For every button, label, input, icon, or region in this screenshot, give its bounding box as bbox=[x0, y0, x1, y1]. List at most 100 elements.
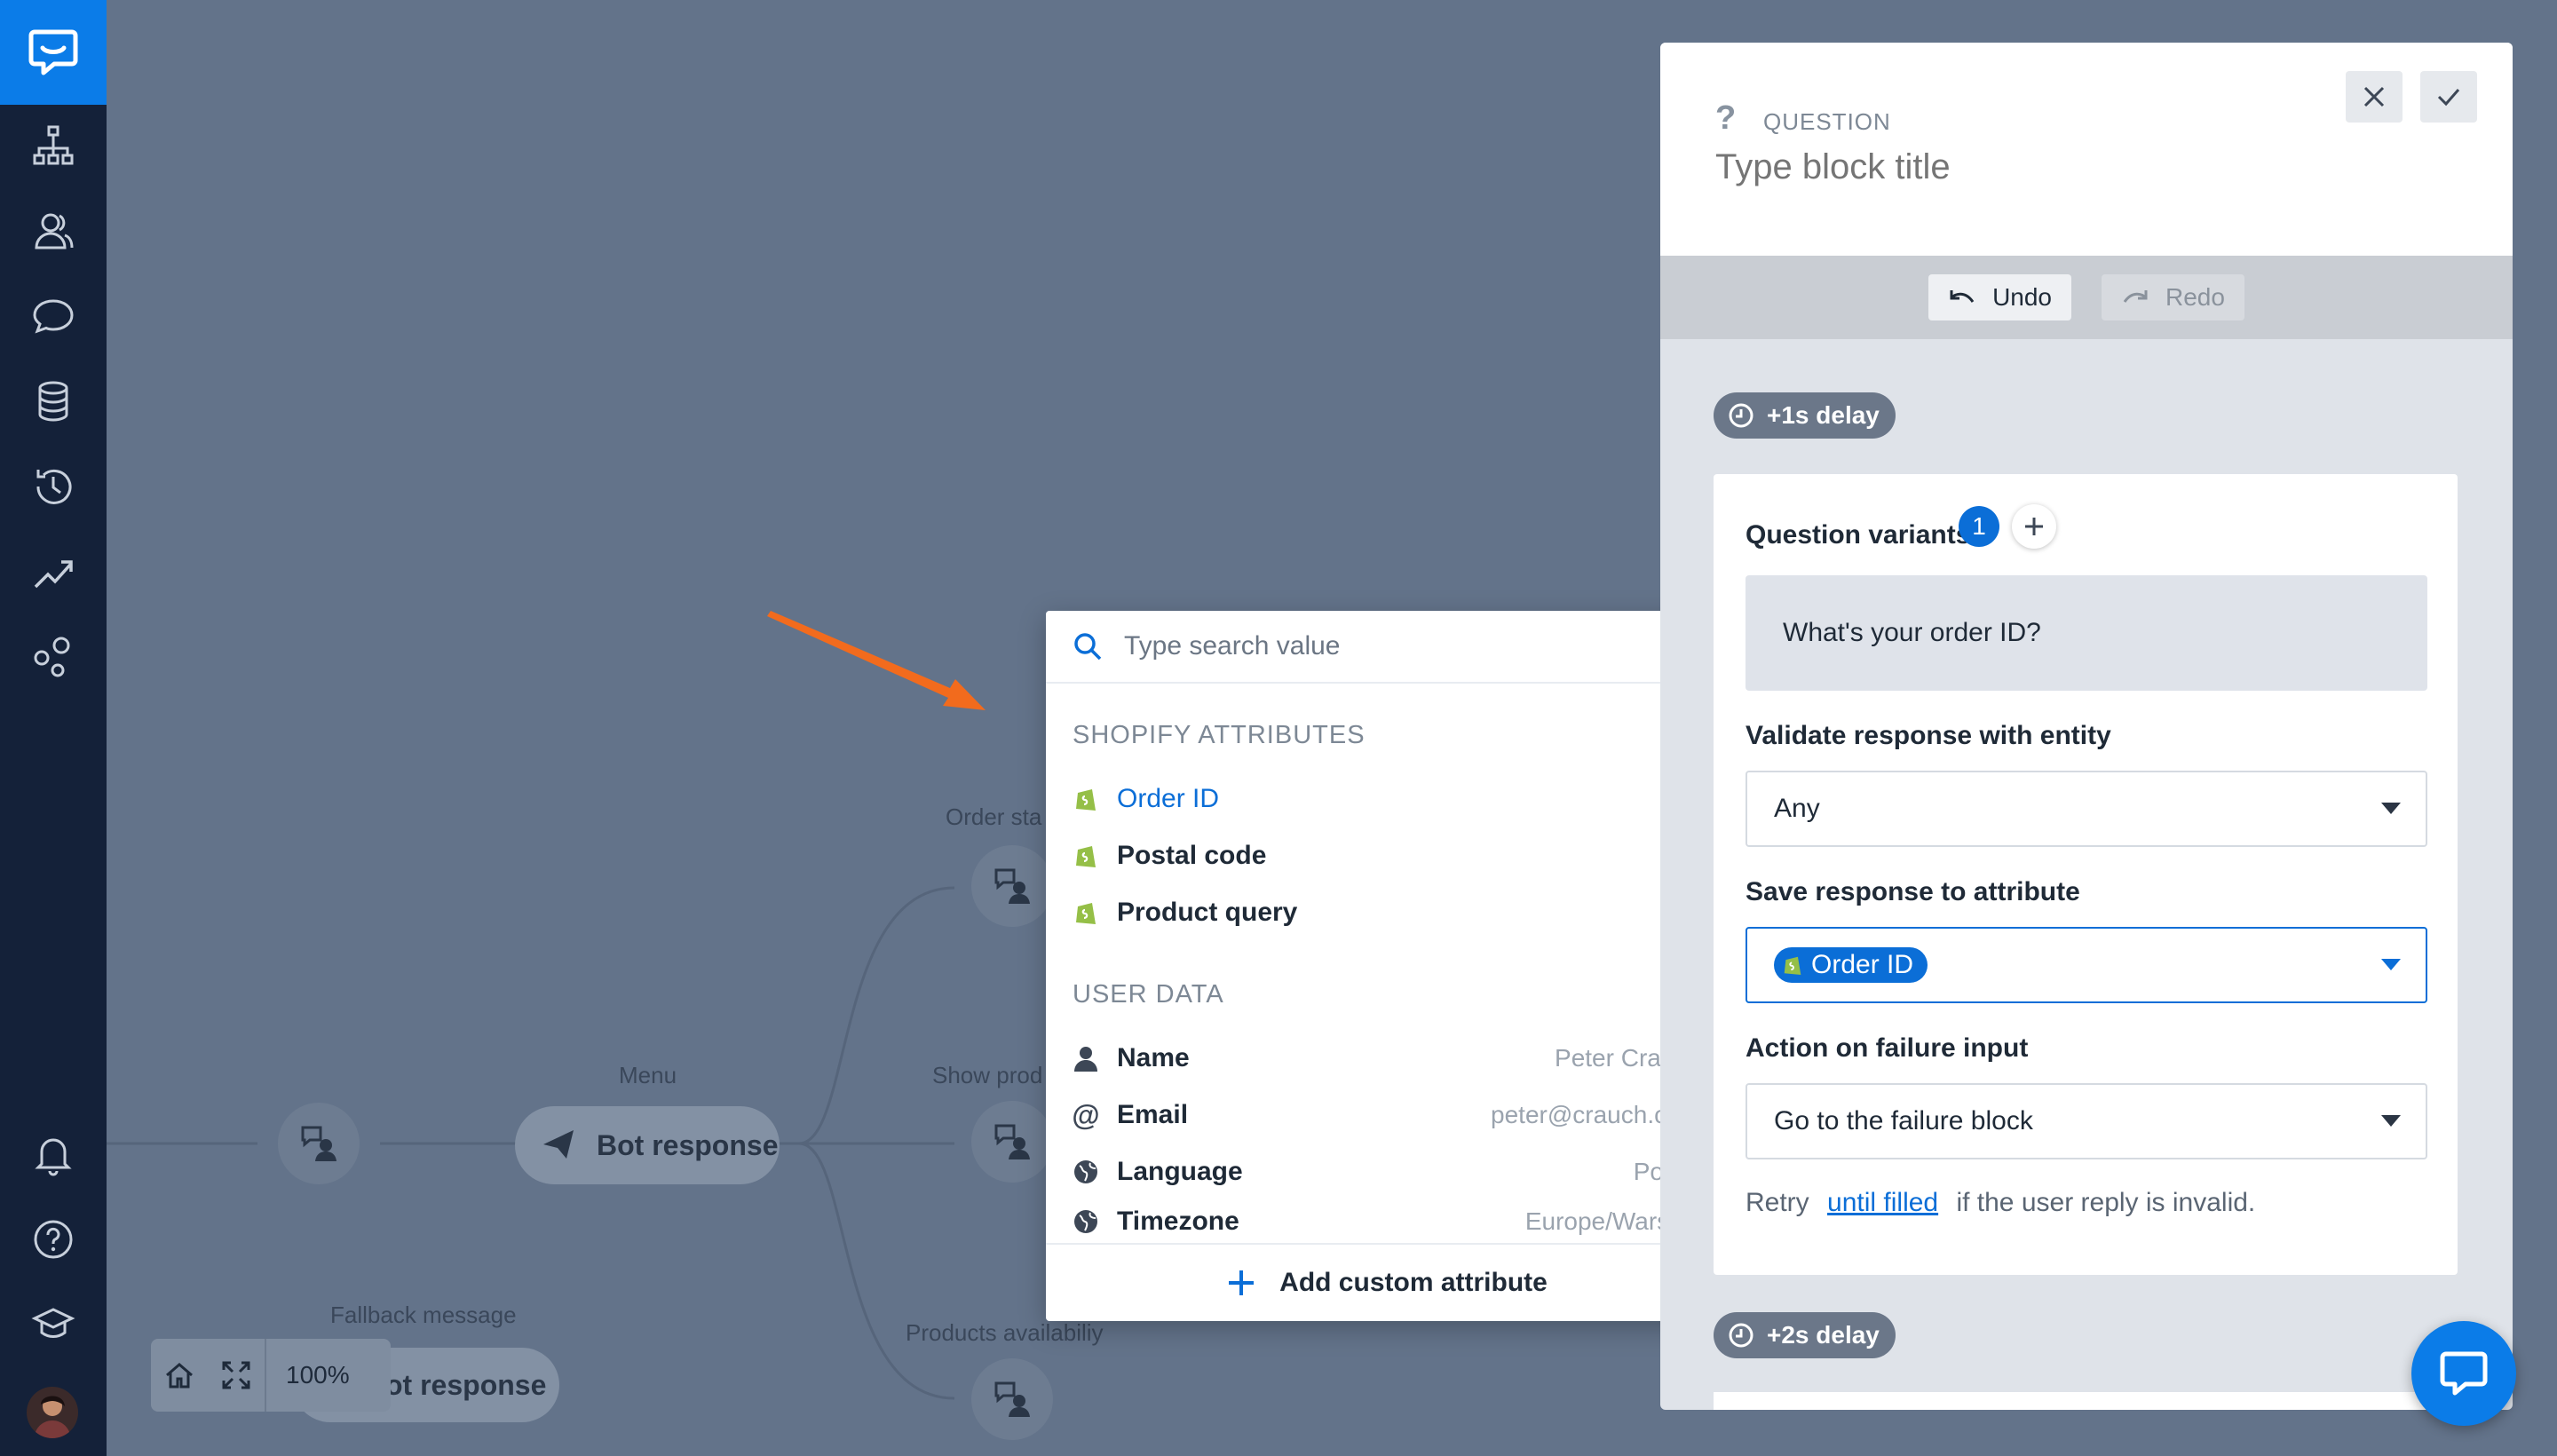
clock-icon bbox=[1729, 1323, 1753, 1348]
block-title-input[interactable] bbox=[1715, 147, 2337, 187]
home-icon bbox=[166, 1363, 193, 1389]
shopify-icon bbox=[1784, 956, 1801, 975]
redo-label: Redo bbox=[2165, 283, 2225, 311]
fit-screen-button[interactable] bbox=[208, 1339, 265, 1412]
retry-mode-link[interactable]: until filled bbox=[1827, 1188, 1938, 1217]
bot-response-label: Bot response bbox=[597, 1128, 779, 1161]
chat-bubble-icon bbox=[2440, 1351, 2488, 1396]
dropdown-search bbox=[1046, 611, 1728, 684]
expand-icon bbox=[222, 1361, 250, 1389]
selected-attribute-label: Order ID bbox=[1811, 950, 1914, 979]
flow-node-order-status[interactable] bbox=[971, 845, 1053, 927]
next-card-edge bbox=[1714, 1392, 2458, 1410]
user-chat-icon bbox=[994, 1381, 1030, 1417]
confirm-button[interactable] bbox=[2420, 71, 2477, 123]
panel-header: ? QUESTION bbox=[1660, 43, 2513, 256]
node-label-order-status: Order sta bbox=[946, 803, 1042, 830]
node-label-products-availability: Products availabiliy bbox=[906, 1319, 1104, 1346]
add-custom-attribute-button[interactable]: Add custom attribute bbox=[1046, 1243, 1728, 1321]
user-icon bbox=[1073, 1045, 1099, 1072]
attribute-option-product-query[interactable]: Product query bbox=[1073, 890, 1701, 936]
add-variant-button[interactable] bbox=[2012, 504, 2056, 549]
user-chat-icon bbox=[301, 1126, 336, 1161]
search-icon bbox=[1074, 633, 1102, 661]
node-label-fallback: Fallback message bbox=[330, 1302, 517, 1328]
fallback-pill-label: ot response bbox=[385, 1368, 547, 1401]
option-label: Email bbox=[1117, 1100, 1189, 1129]
retry-suffix: if the user reply is invalid. bbox=[1956, 1188, 2256, 1217]
attribute-option-order-id[interactable]: Order ID bbox=[1073, 776, 1701, 822]
chat-widget-button[interactable] bbox=[2411, 1321, 2516, 1426]
send-icon bbox=[543, 1130, 574, 1159]
attribute-dropdown: SHOPIFY ATTRIBUTES Order ID Postal code … bbox=[1046, 611, 1728, 1321]
failure-action-value: Go to the failure block bbox=[1774, 1106, 2033, 1136]
question-card: Question variants 1 What's your order ID… bbox=[1714, 474, 2458, 1275]
retry-text: Retry until filled if the user reply is … bbox=[1746, 1188, 2255, 1218]
question-block-panel: ? QUESTION Undo Redo +1s delay Question … bbox=[1660, 43, 2513, 1410]
option-label: Postal code bbox=[1117, 841, 1267, 870]
check-icon bbox=[2437, 89, 2460, 107]
redo-icon bbox=[2123, 290, 2148, 303]
option-label: Product query bbox=[1117, 898, 1298, 927]
bot-response-node[interactable]: Bot response bbox=[515, 1106, 780, 1184]
node-label-show-products: Show prod bbox=[932, 1062, 1043, 1088]
search-input[interactable] bbox=[1124, 631, 1657, 661]
user-chat-icon bbox=[994, 1124, 1030, 1159]
variants-count-badge[interactable]: 1 bbox=[1959, 506, 1999, 547]
undo-label: Undo bbox=[1992, 283, 2052, 311]
validate-entity-value: Any bbox=[1774, 794, 1820, 823]
save-attribute-select[interactable]: Order ID bbox=[1746, 927, 2427, 1003]
variants-label: Question variants bbox=[1746, 520, 1971, 550]
undo-redo-bar: Undo Redo bbox=[1660, 256, 2513, 339]
retry-prefix: Retry bbox=[1746, 1188, 1809, 1217]
option-label: Name bbox=[1117, 1043, 1190, 1072]
zoom-toolbar: 100% bbox=[151, 1339, 391, 1412]
chevron-down-icon bbox=[2381, 803, 2401, 814]
validate-entity-select[interactable]: Any bbox=[1746, 771, 2427, 847]
block-type-label: QUESTION bbox=[1763, 108, 1891, 135]
failure-action-select[interactable]: Go to the failure block bbox=[1746, 1083, 2427, 1159]
delay-label: +2s delay bbox=[1767, 1321, 1880, 1349]
delay-label: +1s delay bbox=[1767, 401, 1880, 429]
option-label: Timezone bbox=[1117, 1207, 1239, 1236]
save-attribute-label: Save response to attribute bbox=[1746, 877, 2080, 906]
flow-node-show-products[interactable] bbox=[971, 1101, 1053, 1183]
option-label: Language bbox=[1117, 1157, 1243, 1186]
globe-icon bbox=[1073, 1159, 1099, 1185]
option-label: Order ID bbox=[1117, 784, 1220, 813]
flow-node-products-availability[interactable] bbox=[971, 1358, 1053, 1440]
zoom-level[interactable]: 100% bbox=[265, 1339, 369, 1412]
delay-badge-1[interactable]: +1s delay bbox=[1714, 392, 1896, 439]
failure-action-label: Action on failure input bbox=[1746, 1033, 2029, 1063]
attribute-option-name[interactable]: Name Peter Crauch bbox=[1073, 1035, 1701, 1081]
user-chat-icon bbox=[994, 868, 1030, 904]
attribute-option-email[interactable]: @ Email peter@crauch.com bbox=[1072, 1092, 1701, 1138]
question-mark-icon: ? bbox=[1715, 99, 1737, 137]
selected-attribute-tag: Order ID bbox=[1774, 947, 1928, 983]
attribute-option-timezone[interactable]: Timezone Europe/Warsaw bbox=[1073, 1206, 1701, 1238]
validate-label: Validate response with entity bbox=[1746, 721, 2111, 750]
question-variant-text[interactable]: What's your order ID? bbox=[1746, 575, 2427, 691]
shopify-icon bbox=[1073, 786, 1099, 812]
flow-node-menu-entry[interactable] bbox=[278, 1103, 360, 1184]
shopify-icon bbox=[1073, 899, 1099, 926]
section-title-user-data: USER DATA bbox=[1073, 980, 1224, 1009]
home-button[interactable] bbox=[151, 1339, 208, 1412]
add-custom-attribute-label: Add custom attribute bbox=[1279, 1268, 1548, 1297]
close-button[interactable] bbox=[2346, 71, 2403, 123]
shopify-icon bbox=[1073, 843, 1099, 869]
node-label-menu: Menu bbox=[619, 1062, 677, 1088]
chevron-down-icon bbox=[2381, 959, 2401, 970]
section-title-shopify: SHOPIFY ATTRIBUTES bbox=[1073, 721, 1366, 749]
attribute-option-postal-code[interactable]: Postal code bbox=[1073, 833, 1701, 879]
plus-icon bbox=[1229, 1270, 1255, 1295]
redo-button[interactable]: Redo bbox=[2102, 274, 2244, 320]
close-icon bbox=[2363, 86, 2385, 107]
globe-icon bbox=[1073, 1208, 1099, 1235]
delay-badge-2[interactable]: +2s delay bbox=[1714, 1312, 1896, 1358]
at-icon: @ bbox=[1072, 1098, 1100, 1131]
attribute-option-language[interactable]: Language Polish bbox=[1073, 1149, 1701, 1195]
chevron-down-icon bbox=[2381, 1115, 2401, 1127]
undo-icon bbox=[1950, 290, 1975, 303]
undo-button[interactable]: Undo bbox=[1928, 274, 2071, 320]
